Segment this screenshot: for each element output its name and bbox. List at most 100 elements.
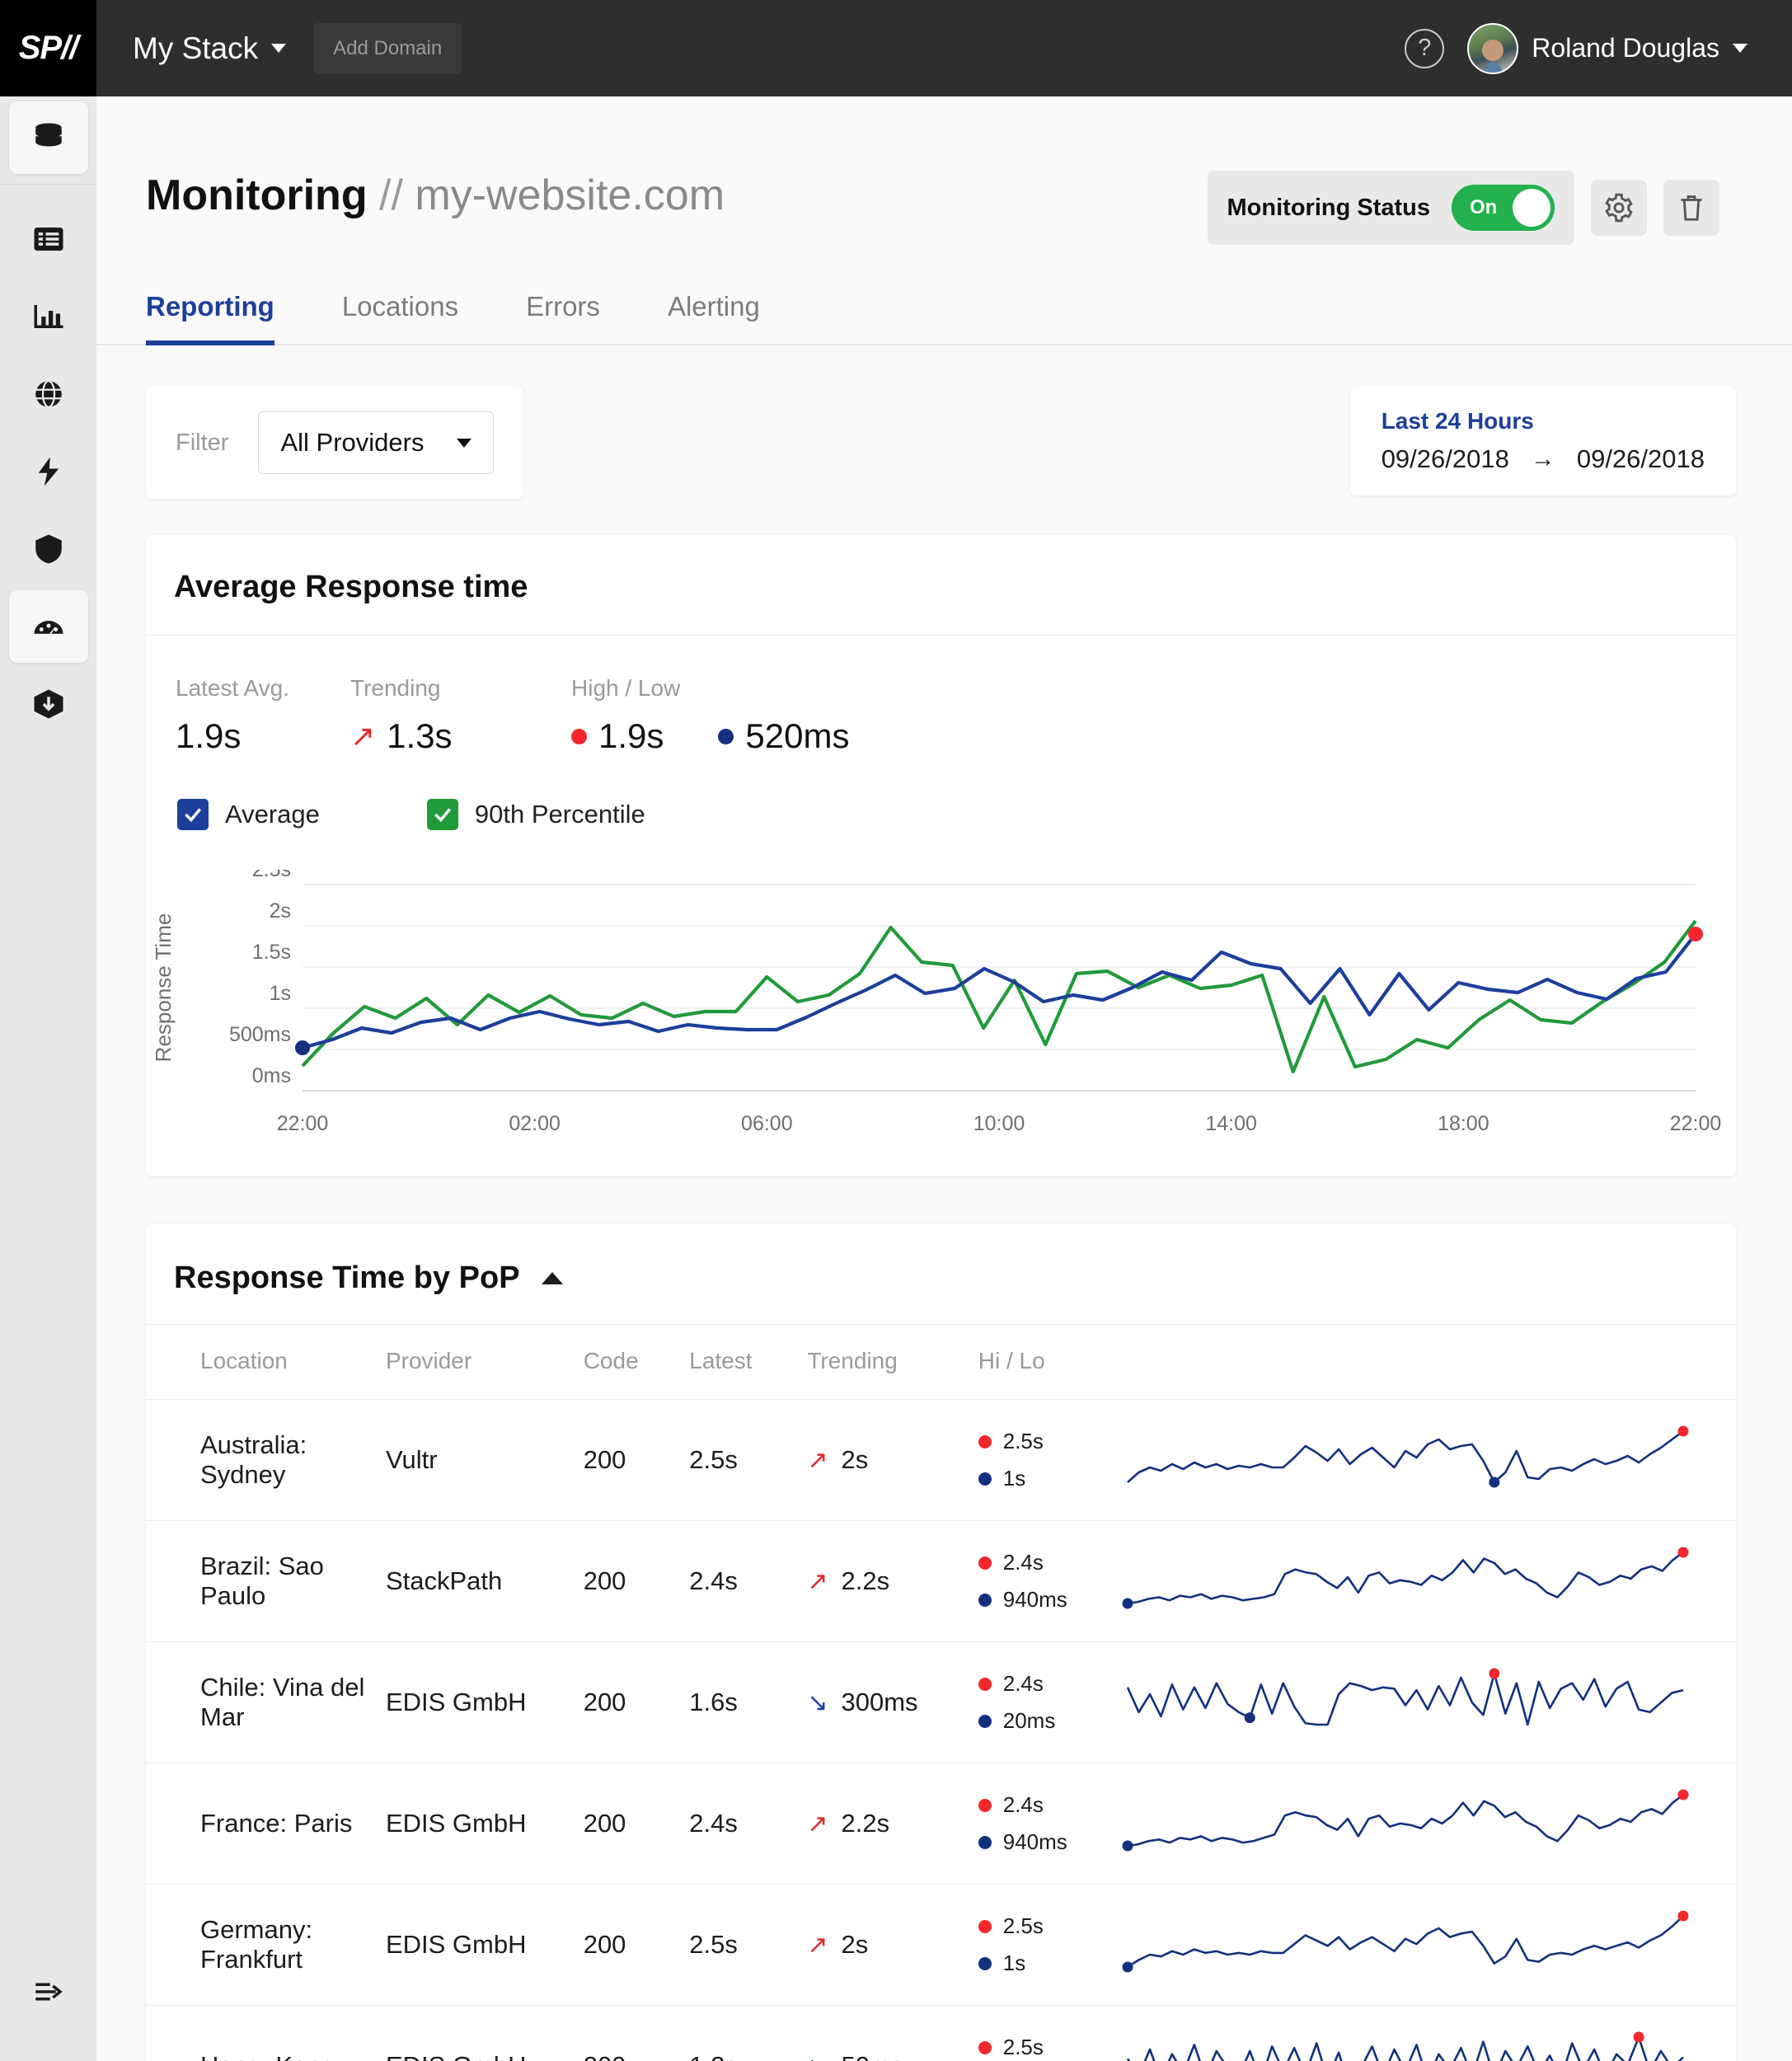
logo-text: SP// xyxy=(18,30,79,66)
cell-latest: 2.5s xyxy=(689,1399,808,1521)
sparkline-high-marker xyxy=(1489,1668,1500,1679)
checkbox-average[interactable] xyxy=(177,799,209,830)
cell-location: Germany: Frankfurt xyxy=(146,1884,386,2006)
chart-x-tick-label: 22:00 xyxy=(277,1112,329,1135)
column-header-code[interactable]: Code xyxy=(583,1324,690,1400)
cell-hi: 2.4s xyxy=(1002,1792,1044,1817)
cell-provider: EDIS GmbH xyxy=(385,1763,584,1885)
tab-errors[interactable]: Errors xyxy=(526,291,600,344)
cell-provider: StackPath xyxy=(385,1520,584,1642)
sidebar-item-database[interactable] xyxy=(8,101,88,174)
arrow-up-right-icon: ↗ xyxy=(807,1567,828,1595)
chart-low-marker xyxy=(295,1040,310,1055)
sidebar-divider xyxy=(0,184,96,185)
date-range-start[interactable]: 09/26/2018 xyxy=(1382,444,1509,474)
response-time-chart[interactable]: Response Time 2.5s 2s 1.5s 1s 500ms 0ms 22:00 02… xyxy=(146,870,1736,1142)
arrow-down-right-icon: ↘ xyxy=(807,2052,828,2061)
cell-trending-value: 300ms xyxy=(841,1688,918,1716)
cell-lo: 20ms xyxy=(1002,1708,1056,1733)
sidebar-item-list[interactable] xyxy=(9,203,88,275)
monitoring-status-toggle[interactable]: On xyxy=(1452,185,1555,231)
arrow-down-right-icon: ↘ xyxy=(807,1688,828,1716)
high-dot-icon xyxy=(978,1919,992,1933)
provider-select[interactable]: All Providers xyxy=(258,411,495,474)
table-row[interactable]: Hong: KongEDIS GmbH2001.2s↘ 50ms 2.5s20ms xyxy=(146,2005,1736,2061)
cell-lo: 940ms xyxy=(1002,1587,1067,1612)
settings-button[interactable] xyxy=(1591,180,1647,236)
cell-hi: 2.5s xyxy=(1002,2035,1044,2059)
sparkline-chart xyxy=(1126,2031,1684,2061)
date-range-end[interactable]: 09/26/2018 xyxy=(1577,444,1705,474)
page-title-separator: // xyxy=(379,171,403,219)
sparkline-low-marker xyxy=(1122,1961,1133,1973)
arrow-right-icon: → xyxy=(1530,445,1555,472)
sparkline-chart xyxy=(1126,1668,1684,1726)
table-row[interactable]: Australia: Sydney Vultr 200 2.5s ↗ 2s 2.5s 1s xyxy=(146,1399,1736,1521)
cell-trending: ↘ 300ms xyxy=(807,1641,978,1763)
pop-table-head: Location Provider Code Latest Trending H… xyxy=(146,1324,1736,1400)
chart-x-tick-label: 22:00 xyxy=(1670,1112,1722,1135)
legend-average-label: Average xyxy=(225,800,320,829)
topbar-right-group: ? Roland Douglas xyxy=(1405,22,1792,74)
page-title-main: Monitoring xyxy=(146,171,368,219)
table-row[interactable]: Germany: Frankfurt EDIS GmbH 200 2.5s ↗ 2s 2.5… xyxy=(146,1884,1736,2006)
column-header-hilo[interactable]: Hi / Lo xyxy=(978,1324,1121,1400)
pop-card-title: Response Time by PoP xyxy=(174,1261,520,1295)
add-domain-button[interactable]: Add Domain xyxy=(313,22,462,74)
cell-trending: ↗ 2.2s xyxy=(807,1520,978,1642)
legend-average[interactable]: Average xyxy=(177,799,320,830)
stack-selector[interactable]: My Stack xyxy=(133,31,287,66)
cell-code: 200 xyxy=(583,1763,690,1885)
cell-code: 200 xyxy=(583,2005,690,2061)
cell-location: Hong: Kong xyxy=(146,2005,386,2061)
table-row[interactable]: France: Paris EDIS GmbH 200 2.4s ↗ 2.2s 2.4s 94… xyxy=(146,1763,1736,1885)
delete-button[interactable] xyxy=(1663,180,1719,236)
help-icon[interactable]: ? xyxy=(1405,28,1445,68)
tab-reporting[interactable]: Reporting xyxy=(146,291,274,345)
filter-label: Filter xyxy=(176,429,229,456)
legend-90th-percentile[interactable]: 90th Percentile xyxy=(426,799,645,830)
stat-trending: Trending ↗ 1.3s xyxy=(350,675,571,756)
chevron-down-icon xyxy=(1733,44,1747,53)
table-row[interactable]: Chile: Vina del Mar EDIS GmbH 200 1.6s ↘ 300m… xyxy=(146,1641,1736,1763)
sidebar-item-edge[interactable] xyxy=(9,435,88,508)
high-dot-icon xyxy=(978,1798,992,1812)
sidebar-item-monitoring[interactable] xyxy=(8,590,88,663)
response-time-by-pop-card: Response Time by PoP Location Provider C… xyxy=(146,1224,1736,2061)
cell-trending: ↗ 2.2s xyxy=(807,1763,978,1885)
checkbox-90th-percentile[interactable] xyxy=(426,799,458,830)
cell-sparkline xyxy=(1121,1520,1736,1642)
tab-alerting[interactable]: Alerting xyxy=(668,291,760,344)
user-menu[interactable]: Roland Douglas xyxy=(1467,22,1747,74)
low-dot-icon xyxy=(978,1714,992,1728)
high-dot-icon xyxy=(978,1677,992,1691)
sidebar-item-downloads[interactable] xyxy=(9,668,88,740)
chart-high-marker xyxy=(1688,927,1703,941)
cell-latest: 2.5s xyxy=(689,1884,808,2006)
cell-trending-value: 50ms xyxy=(841,2051,903,2061)
pop-table-header-row: Location Provider Code Latest Trending H… xyxy=(146,1324,1736,1400)
chevron-up-icon[interactable] xyxy=(541,1272,563,1284)
sidebar-expand-toggle[interactable] xyxy=(9,1955,88,2028)
tab-locations[interactable]: Locations xyxy=(342,291,458,344)
avg-card-title: Average Response time xyxy=(146,535,1736,636)
chart-x-tick-label: 02:00 xyxy=(509,1112,561,1135)
sparkline-high-marker xyxy=(1633,2031,1644,2043)
sparkline-high-marker xyxy=(1677,1910,1689,1922)
sidebar-item-security[interactable] xyxy=(9,513,88,585)
chart-svg: Response Time 2.5s 2s 1.5s 1s 500ms 0ms 22:00 02… xyxy=(151,870,1722,1135)
column-header-sparkline xyxy=(1121,1324,1736,1400)
sidebar-item-cdn[interactable] xyxy=(9,358,88,430)
cell-latest: 2.4s xyxy=(689,1520,808,1642)
sidebar-item-analytics[interactable] xyxy=(9,280,88,353)
date-range-picker[interactable]: Last 24 Hours 09/26/2018 → 09/26/2018 xyxy=(1349,387,1736,495)
app-logo[interactable]: SP// xyxy=(0,0,96,96)
stat-high-low-label: High / Low xyxy=(571,675,681,701)
column-header-location[interactable]: Location xyxy=(146,1324,386,1400)
column-header-latest[interactable]: Latest xyxy=(689,1324,808,1400)
table-row[interactable]: Brazil: Sao Paulo StackPath 200 2.4s ↗ 2.2s 2.… xyxy=(146,1520,1736,1642)
column-header-provider[interactable]: Provider xyxy=(385,1324,584,1400)
column-header-trending[interactable]: Trending xyxy=(807,1324,978,1400)
cell-hilo: 2.5s 1s xyxy=(978,1399,1121,1521)
monitoring-status-control[interactable]: Monitoring Status On xyxy=(1207,171,1574,245)
